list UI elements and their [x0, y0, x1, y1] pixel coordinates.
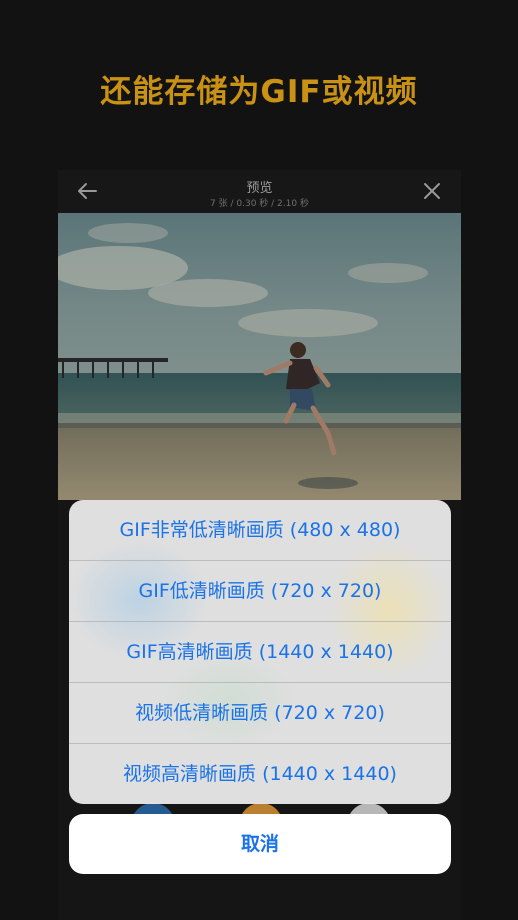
cancel-button[interactable]: 取消	[69, 814, 451, 874]
save-options-sheet: GIF非常低清晰画质 (480 x 480) GIF低清晰画质 (720 x 7…	[69, 500, 451, 804]
option-video-high[interactable]: 视频高清晰画质 (1440 x 1440)	[69, 744, 451, 804]
option-gif-low[interactable]: GIF低清晰画质 (720 x 720)	[69, 561, 451, 621]
option-gif-very-low[interactable]: GIF非常低清晰画质 (480 x 480)	[69, 500, 451, 560]
option-video-low[interactable]: 视频低清晰画质 (720 x 720)	[69, 683, 451, 743]
option-gif-high[interactable]: GIF高清晰画质 (1440 x 1440)	[69, 622, 451, 682]
